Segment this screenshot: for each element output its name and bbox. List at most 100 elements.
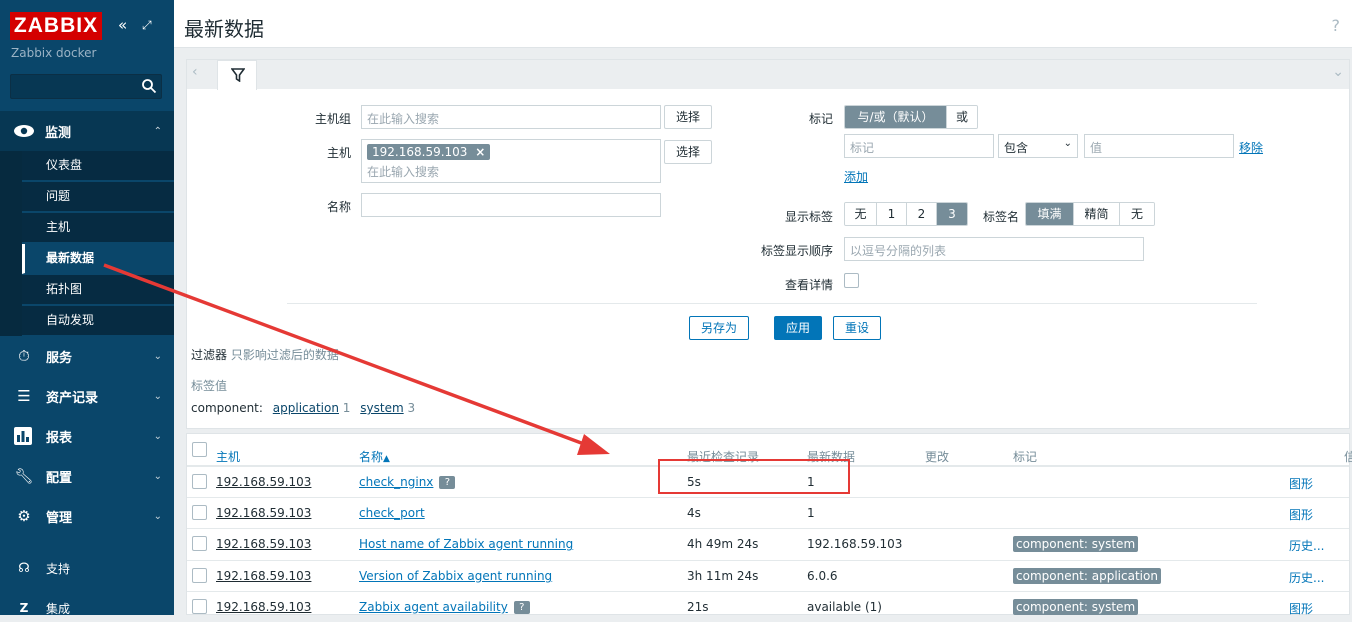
collapse-sidebar-icon[interactable]: «: [118, 16, 127, 34]
row-last-check: 21s: [687, 600, 709, 614]
apply-button[interactable]: 应用: [774, 316, 822, 340]
menu-inventory[interactable]: ☰ 资产记录 ⌄: [0, 376, 174, 416]
submenu-label: 主机: [46, 220, 71, 234]
row-action-link[interactable]: 图形: [1289, 506, 1313, 523]
row-action-link[interactable]: 图形: [1289, 475, 1313, 492]
add-tag-link[interactable]: 添加: [844, 168, 868, 185]
gear-icon: ⚙: [17, 507, 31, 525]
menu-reports[interactable]: 报表 ⌄: [0, 416, 174, 456]
select-all-checkbox[interactable]: [192, 442, 207, 457]
show-tags-option[interactable]: 2: [907, 203, 937, 225]
help-icon[interactable]: ?: [1332, 16, 1341, 35]
zabbix-logo[interactable]: ZABBIX: [10, 12, 102, 40]
menu-services[interactable]: ⏱ 服务 ⌄: [0, 336, 174, 376]
row-host-link[interactable]: 192.168.59.103: [216, 475, 311, 489]
details-label: 查看详情: [784, 278, 833, 292]
row-checkbox[interactable]: [192, 599, 207, 614]
chevron-down-icon: ⌄: [153, 510, 162, 522]
submenu-hosts[interactable]: 主机: [22, 213, 174, 243]
tag-badge[interactable]: component: system: [1013, 536, 1139, 552]
host-select-button[interactable]: 选择: [664, 140, 712, 164]
row-last-value: available (1): [807, 600, 882, 614]
and-or-option[interactable]: 与/或（默认）: [845, 106, 947, 128]
column-name[interactable]: 名称▲: [359, 448, 390, 465]
tag-badge[interactable]: component: system: [1013, 599, 1139, 615]
funnel-icon: [231, 68, 245, 82]
row-item-link[interactable]: check_port: [359, 506, 425, 520]
row-host-link[interactable]: 192.168.59.103: [216, 506, 311, 520]
tag-value-input[interactable]: 值: [1084, 134, 1234, 158]
tag-order-input[interactable]: 以逗号分隔的列表: [844, 237, 1144, 261]
tag-name-input[interactable]: 标记: [844, 134, 994, 158]
menu-integrations[interactable]: Z 集成: [0, 588, 174, 615]
show-tags-option[interactable]: 3: [937, 203, 967, 225]
tab-filter[interactable]: [217, 60, 257, 90]
row-host-link[interactable]: 192.168.59.103: [216, 569, 311, 583]
row-item-link[interactable]: Version of Zabbix agent running: [359, 569, 552, 583]
row-last-value: 192.168.59.103: [807, 537, 903, 551]
row-checkbox[interactable]: [192, 536, 207, 551]
server-name: Zabbix docker: [11, 46, 97, 60]
submenu-gutter: [0, 151, 22, 336]
tag-value-link[interactable]: application: [273, 401, 339, 415]
hostgroup-select-button[interactable]: 选择: [664, 105, 712, 129]
save-as-button[interactable]: 另存为: [689, 316, 749, 340]
reset-button[interactable]: 重设: [833, 316, 881, 340]
row-checkbox[interactable]: [192, 505, 207, 520]
menu-monitoring[interactable]: 监测 ⌃: [0, 111, 174, 151]
row-item-link[interactable]: check_nginx: [359, 475, 433, 489]
menu-label: 配置: [46, 470, 73, 486]
name-label: 名称: [326, 200, 351, 214]
table-row: 192.168.59.103 Zabbix agent availability…: [187, 591, 1349, 622]
row-checkbox[interactable]: [192, 568, 207, 583]
host-input-placeholder: 在此输入搜索: [367, 165, 440, 179]
sidebar-search-input[interactable]: [10, 74, 162, 99]
tag-name-option[interactable]: 填满: [1026, 203, 1074, 225]
row-action-link[interactable]: 历史...: [1289, 569, 1324, 586]
submenu-problems[interactable]: 问题: [22, 182, 174, 212]
search-icon[interactable]: [141, 78, 157, 94]
details-checkbox[interactable]: [844, 273, 859, 288]
tag-name-option[interactable]: 精简: [1074, 203, 1120, 225]
remove-tag-link[interactable]: 移除: [1239, 139, 1263, 156]
row-host-link[interactable]: 192.168.59.103: [216, 600, 311, 614]
submenu-dashboard[interactable]: 仪表盘: [22, 151, 174, 181]
row-item-link[interactable]: Host name of Zabbix agent running: [359, 537, 573, 551]
column-info: 信: [1344, 450, 1352, 464]
row-last-check: 4h 49m 24s: [687, 537, 759, 551]
row-action-link[interactable]: 图形: [1289, 600, 1313, 617]
show-tags-option[interactable]: 无: [845, 203, 877, 225]
row-checkbox[interactable]: [192, 474, 207, 489]
row-last-value: 6.0.6: [807, 569, 838, 583]
tag-name-option[interactable]: 无: [1120, 203, 1154, 225]
kiosk-mode-icon[interactable]: ⤢: [142, 18, 152, 33]
hostgroup-input[interactable]: 在此输入搜索: [361, 105, 661, 129]
tag-operator-select[interactable]: 包含 ⌄: [998, 134, 1078, 158]
menu-support[interactable]: ☊ 支持: [0, 548, 174, 588]
menu-label: 支持: [46, 561, 71, 576]
row-action-link[interactable]: 历史...: [1289, 537, 1324, 554]
submenu-discovery[interactable]: 自动发现: [22, 306, 174, 336]
column-host[interactable]: 主机: [216, 448, 240, 465]
chevron-left-icon[interactable]: ‹: [192, 64, 198, 80]
tag-badge[interactable]: component: application: [1013, 568, 1161, 584]
or-option[interactable]: 或: [947, 106, 977, 128]
row-host-link[interactable]: 192.168.59.103: [216, 537, 311, 551]
submenu-maps[interactable]: 拓扑图: [22, 275, 174, 305]
submenu-label: 拓扑图: [46, 282, 83, 296]
name-input[interactable]: [361, 193, 661, 217]
help-icon[interactable]: ?: [513, 601, 530, 614]
host-input[interactable]: 192.168.59.103 × 在此输入搜索: [361, 139, 661, 183]
chevron-down-icon[interactable]: ⌄: [1332, 64, 1344, 80]
help-icon[interactable]: ?: [439, 476, 456, 489]
host-label: 主机: [326, 146, 351, 160]
table-row: 192.168.59.103 Version of Zabbix agent r…: [187, 560, 1349, 591]
row-item-link[interactable]: Zabbix agent availability: [359, 600, 508, 614]
tag-value-link[interactable]: system: [360, 401, 403, 415]
show-tags-option[interactable]: 1: [877, 203, 907, 225]
remove-chip-icon[interactable]: ×: [475, 145, 485, 159]
submenu-label: 仪表盘: [46, 158, 83, 172]
submenu-latest-data[interactable]: 最新数据: [22, 244, 174, 274]
menu-configuration[interactable]: 🔧︎ 配置 ⌄: [0, 456, 174, 496]
menu-administration[interactable]: ⚙ 管理 ⌄: [0, 496, 174, 536]
